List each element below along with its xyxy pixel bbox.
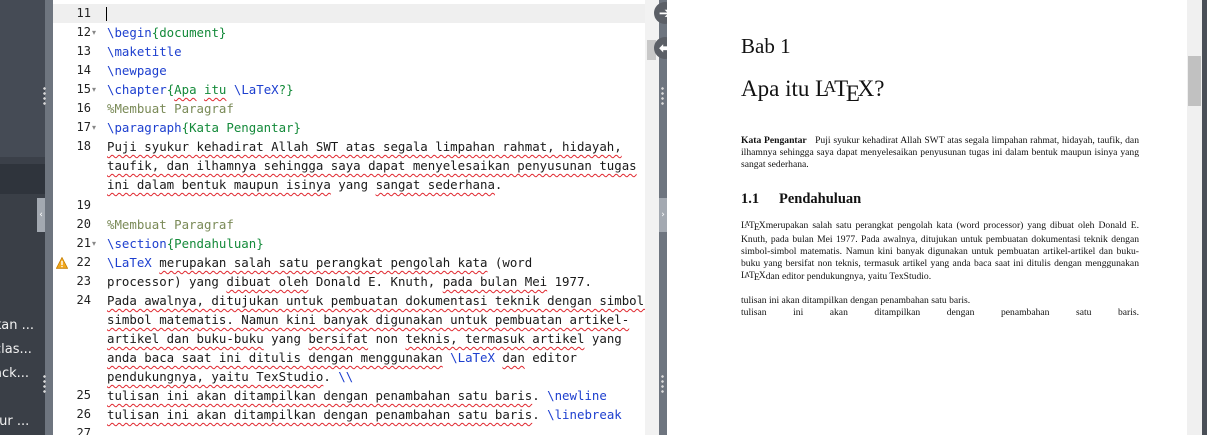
fold-arrow-icon[interactable]: ▾	[92, 234, 96, 253]
pdf-section-heading: 1.1 Pendahuluan	[741, 191, 862, 207]
editor-line[interactable]: 27	[53, 424, 645, 435]
fold-arrow-icon[interactable]: ▾	[92, 80, 96, 99]
editor-line-wrap[interactable]: anda baca saat ini ditulis dengan menggu…	[53, 348, 645, 367]
latex-logo: LATEX	[815, 76, 875, 107]
line-number: 22	[76, 255, 91, 269]
pdf-line-justified: tulisan ini akan ditampilkan dengan pena…	[741, 307, 1139, 318]
editor-line[interactable]: 25 tulisan ini akan ditampilkan dengan p…	[53, 386, 645, 405]
sidebar-item[interactable]: kan ...	[0, 316, 45, 336]
sidebar-item[interactable]: tur ...	[0, 412, 45, 432]
editor-line[interactable]: 14 \newpage	[53, 61, 645, 80]
latex-logo: LATEX	[741, 219, 766, 233]
code-text: taufik, dan ilhamnya sehingga saya dapat…	[107, 158, 637, 173]
fold-arrow-icon[interactable]: ▾	[92, 118, 96, 137]
window-edge	[1202, 0, 1207, 435]
line-number: 24	[76, 293, 91, 307]
editor-line-wrap[interactable]: ini dalam bentuk maupun isinya yang sang…	[53, 175, 645, 194]
code-text: \maketitle	[107, 44, 182, 59]
line-number: 23	[76, 274, 91, 288]
code-text: artikel dan buku-buku yang bersifat non …	[107, 331, 622, 346]
splitter-grip-icon	[43, 86, 46, 106]
line-number: 19	[76, 198, 91, 212]
code-text: tulisan ini akan ditampilkan dengan pena…	[107, 388, 607, 403]
editor-line-wrap[interactable]: simbol matematis. Namun kini banyak digu…	[53, 310, 645, 329]
editor-line-wrap[interactable]: taufik, dan ilhamnya sehingga saya dapat…	[53, 156, 645, 175]
line-number: 15	[76, 82, 91, 96]
pdf-paragraph-pengantar: Kata Pengantar Puji syukur kehadirat All…	[741, 135, 1139, 170]
splitter-grip-icon	[661, 86, 664, 106]
code-text: \LaTeX merupakan salah satu perangkat pe…	[107, 255, 533, 270]
fold-arrow-icon[interactable]: ▾	[92, 23, 96, 42]
pdf-chapter-heading: Bab 1	[741, 34, 791, 58]
editor-line[interactable]: 16 %Membuat Paragraf	[53, 99, 645, 118]
line-number: 12	[76, 25, 91, 39]
line-number: 14	[76, 63, 91, 77]
editor-line[interactable]: 18 Puji syukur kehadirat Allah SWT atas …	[53, 137, 645, 156]
editor-line[interactable]: 17 ▾ \paragraph{Kata Pengantar}	[53, 118, 645, 137]
editor-preview-splitter[interactable]: ›	[645, 0, 667, 435]
collapse-preview-icon[interactable]: ›	[659, 198, 667, 232]
code-text: anda baca saat ini ditulis dengan menggu…	[107, 350, 578, 365]
code-text: \chapter{Apa itu \LaTeX?}	[107, 82, 294, 97]
editor-line-wrap[interactable]: artikel dan buku-buku yang bersifat non …	[53, 329, 645, 348]
pdf-line: tulisan ini akan ditampilkan dengan pena…	[741, 295, 971, 306]
editor-line[interactable]: 13 \maketitle	[53, 42, 645, 61]
latex-logo: LATEX	[741, 270, 766, 284]
code-text: ini dalam bentuk maupun isinya yang sang…	[107, 177, 503, 192]
code-text: \section{Pendahuluan}	[107, 236, 264, 251]
editor-line[interactable]: 24 Pada awalnya, ditujukan untuk pembuat…	[53, 291, 645, 310]
line-number: 17	[76, 120, 91, 134]
line-number: 27	[76, 426, 91, 435]
editor-line-current[interactable]: 11	[53, 4, 645, 23]
code-text: simbol matematis. Namun kini banyak digu…	[107, 312, 630, 327]
editor-line[interactable]: 23 processor) yang dibuat oleh Donald E.…	[53, 272, 645, 291]
code-text: pendukungnya, yaitu TexStudio. \\	[107, 369, 354, 384]
code-text: %Membuat Paragraf	[107, 101, 234, 116]
line-number: 21	[76, 236, 91, 250]
editor-line[interactable]: 26 tulisan ini akan ditampilkan dengan p…	[53, 405, 645, 424]
sidebar-item[interactable]: clas...	[0, 340, 45, 360]
line-number: 11	[76, 6, 91, 20]
line-number: 16	[76, 101, 91, 115]
pdf-chapter-title: Apa itu LATEX?	[741, 76, 885, 107]
editor-line[interactable]: 20 %Membuat Paragraf	[53, 215, 645, 234]
line-number: 25	[76, 388, 91, 402]
pdf-paragraph-pendahuluan: LATEXmerupakan salah satu perangkat peng…	[741, 219, 1139, 284]
editor-line[interactable]: 15 ▾ \chapter{Apa itu \LaTeX?}	[53, 80, 645, 99]
collapse-left-icon[interactable]: ‹	[37, 198, 45, 232]
code-text: \newpage	[107, 63, 167, 78]
preview-scrollbar-thumb[interactable]	[1188, 56, 1201, 106]
code-editor[interactable]: 11 12 ▾ \begin{document} 13 \maketitle 1…	[53, 0, 645, 435]
code-text: tulisan ini akan ditampilkan dengan pena…	[107, 407, 622, 422]
editor-line[interactable]: 22 \LaTeX merupakan salah satu perangkat…	[53, 253, 645, 272]
code-text: \paragraph{Kata Pengantar}	[107, 120, 301, 135]
text-cursor	[106, 7, 107, 21]
code-text: processor) yang dibuat oleh Donald E. Kn…	[107, 274, 592, 289]
editor-line[interactable]: 19	[53, 196, 645, 215]
line-number: 26	[76, 407, 91, 421]
splitter-grip-icon	[43, 374, 46, 394]
sidebar-top-panel	[0, 0, 45, 157]
line-number: 18	[76, 139, 91, 153]
code-text: Pada awalnya, ditujukan untuk pembuatan …	[107, 293, 645, 308]
line-number: 13	[76, 44, 91, 58]
code-text: Puji syukur kehadirat Allah SWT atas seg…	[107, 139, 622, 154]
code-text: %Membuat Paragraf	[107, 217, 234, 232]
sidebar-selected-row[interactable]	[0, 164, 45, 194]
splitter-grip-icon	[661, 374, 664, 394]
editor-line-wrap[interactable]: pendukungnya, yaitu TexStudio. \\	[53, 367, 645, 386]
sidebar-splitter[interactable]: ‹	[37, 0, 53, 435]
pdf-preview[interactable]: Bab 1 Apa itu LATEX? Kata Pengantar Puji…	[667, 0, 1187, 435]
sidebar-item[interactable]: ack...	[0, 364, 45, 384]
code-text: \begin{document}	[107, 25, 227, 40]
editor-line[interactable]: 21 ▾ \section{Pendahuluan}	[53, 234, 645, 253]
line-number: 20	[76, 217, 91, 231]
editor-line[interactable]: 12 ▾ \begin{document}	[53, 23, 645, 42]
